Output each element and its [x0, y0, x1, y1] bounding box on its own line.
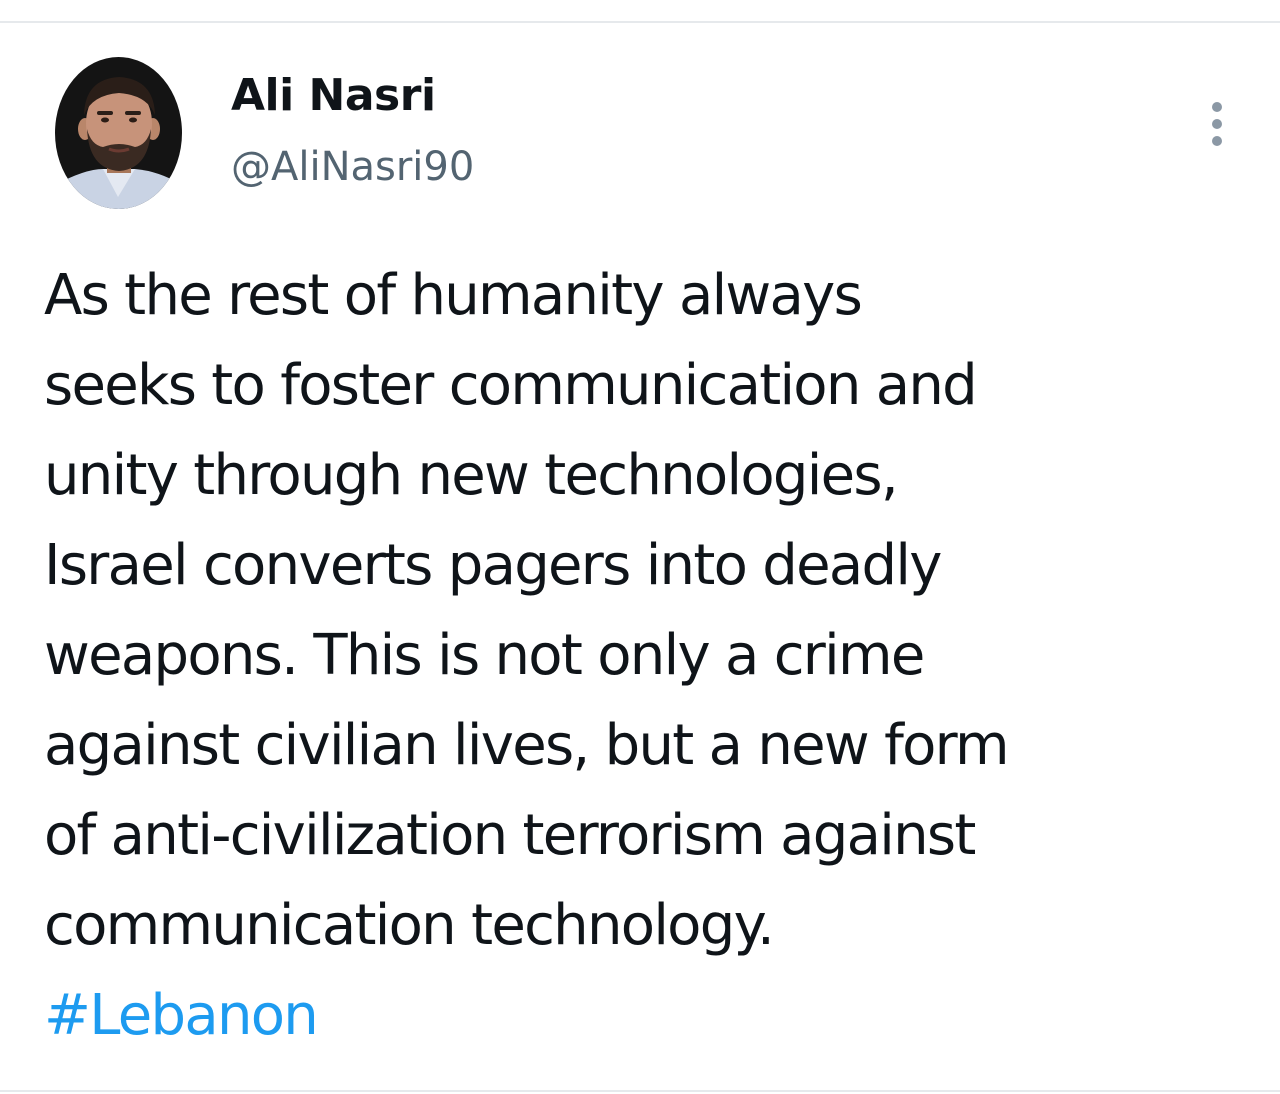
tweet-text-line: As the rest of humanity always — [44, 263, 863, 328]
tweet-text-line: unity through new technologies, — [44, 443, 899, 508]
tweet-text-line: seeks to foster communication and — [44, 353, 978, 418]
tweet-text-line: communication technology. — [44, 893, 775, 958]
more-vertical-icon — [1212, 136, 1222, 146]
tweet-text: As the rest of humanity always seeks to … — [44, 251, 1259, 1061]
tweet-text-line: Israel converts pagers into deadly — [44, 533, 942, 598]
avatar[interactable] — [55, 57, 182, 209]
more-vertical-icon — [1212, 119, 1222, 129]
profile-photo-icon — [55, 57, 182, 209]
bottom-divider — [0, 1090, 1280, 1092]
author-display-name[interactable]: Ali Nasri — [231, 68, 436, 124]
more-vertical-icon — [1212, 102, 1222, 112]
tweet-text-line: against civilian lives, but a new form — [44, 713, 1010, 778]
author-handle[interactable]: @AliNasri90 — [231, 139, 474, 195]
more-options-button[interactable] — [1200, 94, 1236, 154]
tweet-text-line: weapons. This is not only a crime — [44, 623, 925, 688]
tweet-text-line: of anti-civilization terrorism against — [44, 803, 976, 868]
hashtag-link[interactable]: #Lebanon — [44, 971, 1259, 1061]
